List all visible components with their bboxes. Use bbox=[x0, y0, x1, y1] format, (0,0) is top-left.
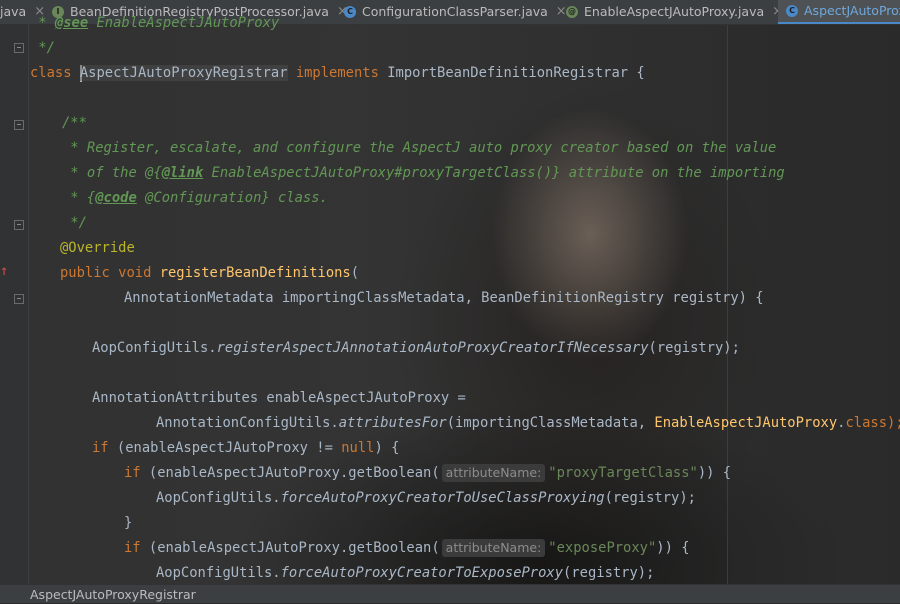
fold-icon[interactable] bbox=[14, 220, 24, 230]
tab-configuration-class-parser[interactable]: C ConfigurationClassParser.java × bbox=[344, 0, 567, 24]
override-marker-icon[interactable]: ↑ bbox=[0, 263, 8, 279]
code-line: AnnotationAttributes enableAspectJAutoPr… bbox=[92, 390, 466, 406]
code-line: */ bbox=[30, 40, 55, 56]
code-line: AopConfigUtils.forceAutoProxyCreatorToUs… bbox=[156, 490, 696, 506]
code-line: /** bbox=[62, 115, 87, 131]
code-line: * Register, escalate, and configure the … bbox=[62, 140, 777, 156]
tab-enable-aspectj-auto-proxy[interactable]: @ EnableAspectJAutoProxy.java × bbox=[566, 0, 783, 24]
parameter-hint: attributeName: bbox=[441, 539, 546, 557]
code-line: if (enableAspectJAutoProxy != null) { bbox=[92, 440, 400, 456]
code-line: } bbox=[124, 515, 133, 531]
code-line: public void registerBeanDefinitions( bbox=[60, 265, 360, 281]
class-icon: C bbox=[786, 5, 798, 17]
parameter-hint: attributeName: bbox=[441, 464, 546, 482]
code-line: @Override bbox=[60, 240, 135, 256]
code-line: */ bbox=[62, 215, 87, 231]
class-icon: C bbox=[344, 6, 356, 18]
tab-aspectj-auto-proxy-registrar[interactable]: C AspectJAutoProx bbox=[778, 0, 900, 24]
code-line: AnnotationMetadata importingClassMetadat… bbox=[124, 290, 764, 306]
code-line: AopConfigUtils.forceAutoProxyCreatorToEx… bbox=[156, 565, 655, 581]
tab-label: java bbox=[0, 4, 27, 19]
tab-label: ConfigurationClassParser.java bbox=[362, 4, 548, 19]
code-line: * {@code @Configuration} class. bbox=[62, 190, 328, 206]
code-line: * of the @{@link EnableAspectJAutoProxy#… bbox=[62, 165, 785, 181]
code-line: * @see EnableAspectJAutoProxy bbox=[30, 15, 280, 31]
tab-label: EnableAspectJAutoProxy.java bbox=[584, 4, 765, 19]
code-line: if (enableAspectJAutoProxy.getBoolean(at… bbox=[124, 539, 690, 557]
code-line: AnnotationConfigUtils.attributesFor(impo… bbox=[156, 415, 900, 431]
breadcrumb-item[interactable]: AspectJAutoProxyRegistrar bbox=[30, 587, 196, 602]
breadcrumb-bar: AspectJAutoProxyRegistrar bbox=[0, 584, 900, 603]
annotation-icon: @ bbox=[566, 6, 578, 18]
fold-icon[interactable] bbox=[14, 43, 24, 53]
fold-icon[interactable] bbox=[14, 294, 24, 304]
editor-gutter bbox=[0, 24, 29, 584]
tab-label: AspectJAutoProx bbox=[804, 3, 900, 18]
fold-icon[interactable] bbox=[14, 120, 24, 130]
code-line: if (enableAspectJAutoProxy.getBoolean(at… bbox=[124, 464, 732, 482]
code-line: class AspectJAutoProxyRegistrar implemen… bbox=[30, 64, 645, 82]
code-line: AopConfigUtils.registerAspectJAnnotation… bbox=[92, 340, 740, 356]
